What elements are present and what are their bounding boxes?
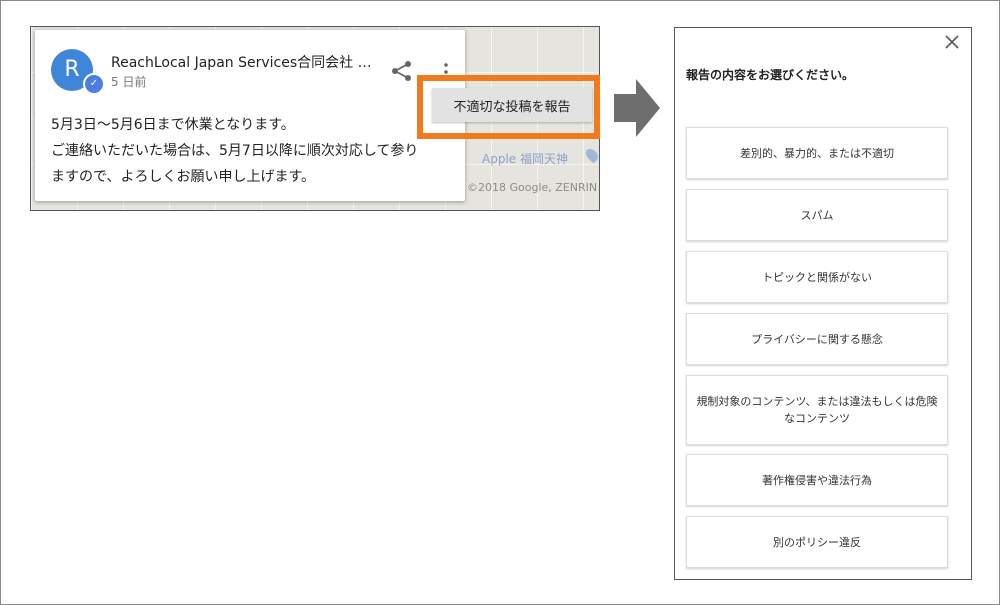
report-option-copyright[interactable]: 著作権侵害や違法行為 <box>686 454 948 506</box>
post-body-line: ご連絡いただいた場合は、5月7日以降に順次対応して参り <box>51 143 419 159</box>
post-card: R ✓ ReachLocal Japan Services合同会社 … 5 日前… <box>35 30 465 201</box>
report-post-menu-item[interactable]: 不適切な投稿を報告 <box>432 88 592 122</box>
report-option-regulated-content[interactable]: 規制対象のコンテンツ、または違法もしくは危険なコンテンツ <box>686 375 948 445</box>
business-name[interactable]: ReachLocal Japan Services合同会社 … <box>111 52 391 72</box>
post-body: 5月3日〜5月6日まで休業となります。 ご連絡いただいた場合は、5月7日以降に順… <box>51 112 451 190</box>
map-copyright: ©2018 Google, ZENRIN <box>467 181 598 194</box>
post-body-line: ますので、よろしくお願い申し上げます。 <box>51 169 316 185</box>
report-option-off-topic[interactable]: トピックと関係がない <box>686 251 948 303</box>
report-option-other-policy[interactable]: 別のポリシー違反 <box>686 516 948 568</box>
report-dialog: 報告の内容をお選びください。 差別的、暴力的、または不適切 スパム トピックと関… <box>674 27 972 580</box>
right-arrow-icon <box>614 79 660 137</box>
report-option-privacy[interactable]: プライバシーに関する懸念 <box>686 313 948 365</box>
verified-check-icon: ✓ <box>83 73 105 95</box>
post-body-line: 5月3日〜5月6日まで休業となります。 <box>51 117 295 133</box>
post-time: 5 日前 <box>111 75 147 89</box>
close-icon[interactable] <box>943 33 961 51</box>
report-option-discriminatory[interactable]: 差別的、暴力的、または不適切 <box>686 127 948 179</box>
share-icon[interactable] <box>391 60 413 82</box>
dialog-title: 報告の内容をお選びください。 <box>686 68 855 82</box>
report-option-spam[interactable]: スパム <box>686 189 948 241</box>
map-place-label: Apple 福岡天神 <box>482 152 568 166</box>
